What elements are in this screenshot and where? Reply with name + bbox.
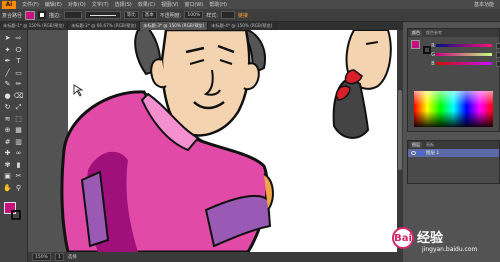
magic-wand-tool-icon[interactable]: ✦ (3, 46, 12, 55)
menu-file[interactable]: 文件(F) (22, 1, 39, 8)
stroke-color-swatch[interactable] (38, 11, 47, 19)
color-panel-fill-swatch[interactable] (411, 40, 420, 49)
stroke-swatch-large[interactable] (11, 210, 21, 220)
artwork[interactable] (28, 30, 403, 252)
type-tool-icon[interactable]: T (14, 57, 23, 66)
opacity-label: 不透明度: (159, 12, 182, 19)
fill-color-swatch[interactable] (25, 10, 36, 20)
direct-selection-tool-icon[interactable]: ⇨ (14, 34, 23, 43)
menu-help[interactable]: 帮助(H) (209, 1, 227, 8)
slider-g-value[interactable] (496, 51, 500, 58)
slice-tool-icon[interactable]: ✂ (14, 172, 23, 181)
style-dropdown[interactable] (220, 11, 235, 19)
eyedropper-tool-icon[interactable]: ✚ (3, 149, 12, 158)
stroke-weight-dropdown[interactable] (63, 11, 82, 19)
tab-document-1[interactable]: 未标题-1* @ 150% (RGB/预览) (0, 22, 69, 30)
symbol-sprayer-tool-icon[interactable]: ✾ (3, 161, 12, 170)
layers-panel: 图层 画板 图层 1 (407, 140, 500, 184)
watermark-url: jingyan.baidu.com (422, 246, 478, 253)
stroke-profile-dropdown[interactable] (84, 11, 121, 19)
watermark-text: 经验 (417, 230, 444, 246)
pen-tool-icon[interactable]: ✒ (3, 57, 12, 66)
baidu-paw-logo-icon: Bai (392, 227, 414, 249)
menu-edit[interactable]: 编辑(E) (45, 1, 62, 8)
shape-builder-tool-icon[interactable]: ⊕ (3, 126, 12, 135)
color-spectrum[interactable] (414, 91, 493, 127)
status-bar: 150% 1 选择 (28, 252, 403, 262)
tab-document-3[interactable]: 未标题-3* @ 150% (RGB/预览) (140, 22, 209, 30)
eraser-tool-icon[interactable]: ⌫ (14, 92, 24, 101)
mesh-tool-icon[interactable]: # (3, 138, 12, 147)
column-graph-tool-icon[interactable]: ▮ (14, 161, 23, 170)
lasso-tool-icon[interactable]: ⵔ (14, 46, 23, 55)
link-label[interactable]: 链接 (238, 12, 248, 19)
opacity-input[interactable]: 100% (184, 11, 204, 19)
gradient-tool-icon[interactable]: ▥ (14, 138, 23, 147)
slider-r[interactable]: R (430, 41, 500, 50)
document-tab-bar: 未标题-1* @ 150% (RGB/预览) 未标题-2* @ 66.67% (… (0, 22, 403, 30)
blob-brush-tool-icon[interactable]: ● (3, 92, 12, 101)
watermark: Bai 经验 jingyan.baidu.com (392, 218, 498, 258)
brush-dropdown[interactable]: 基本 (141, 11, 157, 19)
layers-panel-tabs: 图层 画板 (408, 141, 499, 149)
tab-document-4[interactable]: 未标题-4* @ 150% (RGB/预览) (208, 22, 277, 30)
slider-g[interactable]: G (430, 50, 500, 59)
profile-dropdown[interactable]: 等比 (123, 11, 139, 19)
menu-bar: Ai 文件(F) 编辑(E) 对象(O) 文字(T) 选择(S) 效果(C) 视… (0, 0, 500, 9)
scrollbar-thumb[interactable] (398, 90, 402, 170)
menu-effect[interactable]: 效果(C) (138, 1, 155, 8)
blend-tool-icon[interactable]: ∞ (14, 149, 23, 158)
app-logo: Ai (2, 0, 16, 9)
free-transform-tool-icon[interactable]: ⬚ (14, 115, 23, 124)
artboard-tool-icon[interactable]: ▣ (3, 172, 12, 181)
tab-color[interactable]: 颜色 (410, 30, 422, 36)
menu-object[interactable]: 对象(O) (68, 1, 86, 8)
canvas-area[interactable] (28, 30, 403, 252)
menu-select[interactable]: 选择(S) (115, 1, 132, 8)
visibility-eye-icon[interactable] (411, 151, 416, 155)
layer-name: 图层 1 (426, 151, 440, 156)
tab-layers[interactable]: 图层 (410, 142, 422, 148)
perspective-tool-icon[interactable]: ▦ (14, 126, 23, 135)
layer-color-swatch (419, 151, 423, 155)
tab-artboards[interactable]: 画板 (424, 142, 436, 148)
zoom-tool-icon[interactable]: ⚲ (14, 184, 23, 193)
paintbrush-tool-icon[interactable]: ✎ (3, 80, 12, 89)
selection-type-label: 复合路径 (2, 12, 23, 19)
toolbox: ➤ ⇨ ✦ ⵔ ✒ T ╱ ▭ ✎ ✏ ● ⌫ ↻ ⤢ ≋ ⬚ ⊕ ▦ # ▥ ✚ ∞ ✾ ▮ ▣ ✂ ✋ ⚲ (0, 30, 28, 262)
selection-tool-icon[interactable]: ➤ (3, 34, 12, 43)
scale-tool-icon[interactable]: ⤢ (14, 103, 23, 112)
slider-b-value[interactable] (496, 60, 500, 67)
style-label: 样式: (206, 12, 218, 19)
line-tool-icon[interactable]: ╱ (3, 69, 12, 78)
status-tool-label: 选择 (67, 255, 77, 260)
color-panel: 颜色 颜色参考 R G B (407, 28, 500, 132)
artboard-nav[interactable]: 1 (54, 253, 64, 261)
color-sliders: R G B (430, 41, 500, 68)
slider-b[interactable]: B (430, 59, 500, 68)
rectangle-tool-icon[interactable]: ▭ (14, 69, 23, 78)
zoom-dropdown[interactable]: 150% (32, 253, 51, 261)
tab-document-2[interactable]: 未标题-2* @ 66.67% (RGB/预览) (68, 22, 141, 30)
workspace-switcher[interactable]: 基本功能 (474, 1, 494, 8)
color-panel-tabs: 颜色 颜色参考 (408, 29, 499, 37)
hand-tool-icon[interactable]: ✋ (3, 184, 12, 193)
menu-window[interactable]: 窗口(W) (184, 1, 203, 8)
menu-type[interactable]: 文字(T) (92, 1, 109, 8)
pencil-tool-icon[interactable]: ✏ (14, 80, 23, 89)
slider-r-value[interactable] (496, 42, 500, 49)
rotate-tool-icon[interactable]: ↻ (3, 103, 12, 112)
layer-row[interactable]: 图层 1 (408, 149, 499, 157)
menu-view[interactable]: 视图(V) (161, 1, 178, 8)
width-tool-icon[interactable]: ≋ (3, 115, 12, 124)
control-bar: 复合路径 描边: 等比 基本 不透明度: 100% 样式: 链接 (0, 9, 500, 22)
mouse-cursor-icon (73, 84, 84, 97)
tab-color-guide[interactable]: 颜色参考 (424, 30, 444, 36)
stroke-label: 描边: (49, 12, 61, 19)
